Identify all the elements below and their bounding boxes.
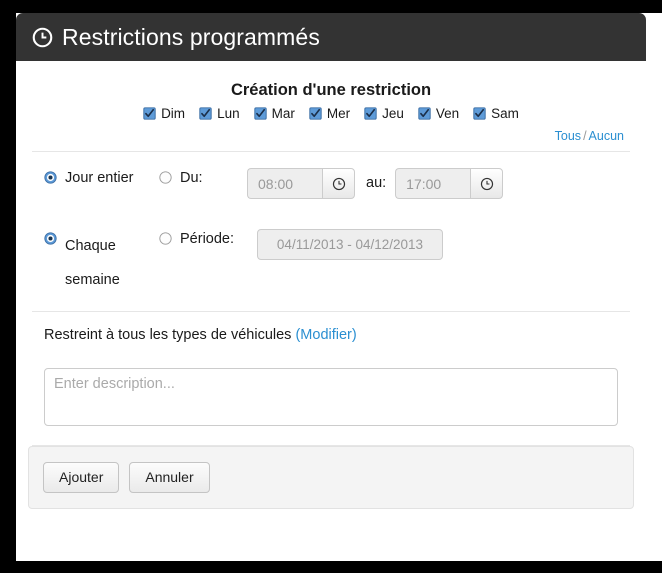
from-time-picker-button[interactable] xyxy=(322,168,355,199)
checkbox-checked-icon[interactable] xyxy=(364,107,377,120)
day-label: Mar xyxy=(271,106,295,121)
panel-body: Création d'une restriction Dim Lun Mar M… xyxy=(16,61,646,446)
checkbox-checked-icon[interactable] xyxy=(418,107,431,120)
select-all-link[interactable]: Tous xyxy=(555,129,581,143)
description-wrapper xyxy=(32,358,630,445)
day-label: Lun xyxy=(217,106,240,121)
day-checkbox-ven[interactable]: Ven xyxy=(418,106,459,121)
panel-header: Restrictions programmés xyxy=(16,13,646,61)
day-label: Jeu xyxy=(382,106,404,121)
time-option-row: Jour entier Du: 08:00 au: 17:00 xyxy=(32,152,630,213)
weekly-label-line2: semaine xyxy=(65,272,120,288)
to-time-input[interactable]: 17:00 xyxy=(395,168,471,199)
from-time-input-group[interactable]: 08:00 xyxy=(247,168,355,199)
radio-from-label: Du: xyxy=(180,170,203,186)
checkbox-checked-icon[interactable] xyxy=(199,107,212,120)
day-checkbox-mer[interactable]: Mer xyxy=(309,106,350,121)
weekly-label-line1: Chaque xyxy=(65,238,116,254)
to-time-input-group[interactable]: 17:00 xyxy=(395,168,504,199)
radio-every-week-label: Chaque semaine xyxy=(65,229,135,297)
days-checkbox-row: Dim Lun Mar Mer Jeu Ven Sam xyxy=(32,106,630,121)
day-label: Ven xyxy=(435,106,460,121)
day-checkbox-mar[interactable]: Mar xyxy=(253,106,295,121)
checkbox-checked-icon[interactable] xyxy=(473,107,486,120)
radio-selected-icon[interactable] xyxy=(44,171,57,184)
description-input[interactable] xyxy=(44,368,618,426)
to-time-label: au: xyxy=(366,175,387,191)
day-label: Dim xyxy=(161,106,186,121)
date-range-input[interactable]: 04/11/2013 - 04/12/2013 xyxy=(257,229,443,260)
from-time-input[interactable]: 08:00 xyxy=(247,168,322,199)
add-button[interactable]: Ajouter xyxy=(43,462,120,494)
radio-from-time[interactable]: Du: xyxy=(159,168,247,188)
checkbox-checked-icon[interactable] xyxy=(309,107,322,120)
radio-unselected-icon[interactable] xyxy=(159,171,172,184)
clock-icon xyxy=(332,177,345,190)
clock-icon xyxy=(480,177,493,190)
radio-period-label: Période: xyxy=(180,231,235,247)
radio-period[interactable]: Période: xyxy=(159,229,257,249)
day-checkbox-sam[interactable]: Sam xyxy=(473,106,519,121)
checkbox-checked-icon[interactable] xyxy=(143,107,156,120)
checkbox-checked-icon[interactable] xyxy=(253,107,267,120)
day-checkbox-jeu[interactable]: Jeu xyxy=(364,106,404,121)
select-all-none-links: Tous / Aucun xyxy=(32,129,630,143)
day-checkbox-dim[interactable]: Dim xyxy=(143,106,185,121)
day-label: Mer xyxy=(326,106,351,121)
vehicle-restriction-text: Restreint à tous les types de véhicules xyxy=(44,327,292,343)
link-separator: / xyxy=(583,129,587,143)
form-title: Création d'une restriction xyxy=(230,81,432,99)
radio-unselected-icon[interactable] xyxy=(159,232,172,245)
clock-icon xyxy=(32,27,53,47)
to-time-picker-button[interactable] xyxy=(470,168,504,199)
panel-footer: Ajouter Annuler xyxy=(28,446,634,510)
radio-full-day[interactable]: Jour entier xyxy=(44,168,159,188)
select-none-link[interactable]: Aucun xyxy=(589,129,624,143)
scheduled-restrictions-panel: Restrictions programmés Création d'une r… xyxy=(16,13,646,548)
vehicle-restriction-line: Restreint à tous les types de véhicules … xyxy=(32,312,630,358)
radio-selected-icon[interactable] xyxy=(44,232,57,245)
cancel-button[interactable]: Annuler xyxy=(129,462,210,494)
panel-title: Restrictions programmés xyxy=(62,23,320,50)
period-option-row: Chaque semaine Période: 04/11/2013 - 04/1… xyxy=(32,213,630,311)
modify-vehicles-link[interactable]: (Modifier) xyxy=(295,327,356,343)
page-root: Restrictions programmés Création d'une r… xyxy=(0,0,662,573)
day-label: Sam xyxy=(491,106,519,121)
day-checkbox-lun[interactable]: Lun xyxy=(199,106,240,121)
radio-full-day-label: Jour entier xyxy=(65,170,134,186)
radio-every-week[interactable]: Chaque semaine xyxy=(44,229,159,297)
